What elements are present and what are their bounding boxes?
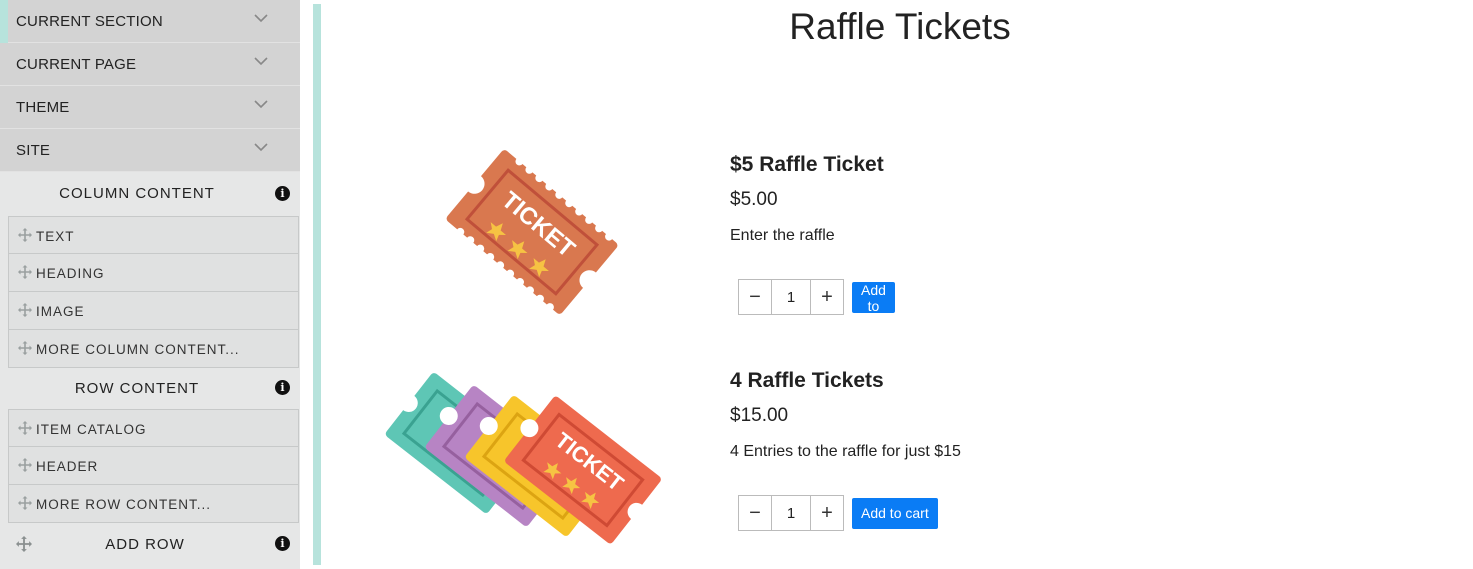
accordion-theme[interactable]: THEME <box>0 86 300 129</box>
chevron-down-icon <box>254 143 268 152</box>
page-title: Raffle Tickets <box>789 6 1011 47</box>
chevron-down-icon <box>254 100 268 109</box>
accordion-current-section[interactable]: CURRENT SECTION <box>0 0 300 43</box>
single-ticket-image: TICKET <box>446 150 618 314</box>
product-description: 4 Entries to the raffle for just $15 <box>730 443 961 460</box>
increment-button[interactable]: + <box>810 280 843 314</box>
quantity-input[interactable] <box>772 496 810 530</box>
add-to-cart-button[interactable]: Add to cart <box>852 497 938 529</box>
decrement-button[interactable]: − <box>739 496 772 530</box>
ticket-bundle-image: TICKET <box>385 373 661 544</box>
draggable-label: HEADER <box>36 459 99 474</box>
draggable-label: MORE ROW CONTENT... <box>36 497 211 512</box>
product-name: $5 Raffle Ticket <box>730 153 884 176</box>
product-actions: − + Add to cart <box>738 495 938 531</box>
column-content-header: COLUMN CONTENT i <box>0 172 300 216</box>
move-icon <box>18 303 32 317</box>
product-name: 4 Raffle Tickets <box>730 369 884 392</box>
move-icon <box>18 265 32 279</box>
product-actions: − + Add to cart <box>738 279 895 330</box>
accordion-current-page[interactable]: CURRENT PAGE <box>0 43 300 86</box>
row-selection-bar <box>313 4 321 565</box>
add-row-label: ADD ROW <box>105 536 185 553</box>
accordion-site[interactable]: SITE <box>0 129 300 172</box>
product-price: $5.00 <box>730 189 778 210</box>
increment-button[interactable]: + <box>810 496 843 530</box>
draggable-image[interactable]: IMAGE <box>8 292 299 330</box>
info-icon[interactable]: i <box>275 536 290 551</box>
editor-sidebar: CURRENT SECTION CURRENT PAGE THEME SITE … <box>0 0 300 569</box>
draggable-label: TEXT <box>36 229 75 244</box>
accordion-label: CURRENT SECTION <box>16 13 163 30</box>
move-icon <box>18 458 32 472</box>
decrement-button[interactable]: − <box>739 280 772 314</box>
section-title: ROW CONTENT <box>74 380 200 397</box>
accordion-label: SITE <box>16 142 51 159</box>
move-icon <box>18 496 32 510</box>
move-icon <box>18 341 32 355</box>
draggable-item-catalog[interactable]: ITEM CATALOG <box>8 409 299 447</box>
add-row-button[interactable]: ADD ROW i <box>0 523 300 561</box>
row-content-header: ROW CONTENT i <box>0 368 300 409</box>
product-price: $15.00 <box>730 405 789 426</box>
product-card: $5 Raffle Ticket $5.00 Enter the raffle … <box>730 153 895 330</box>
draggable-header[interactable]: HEADER <box>8 447 299 485</box>
draggable-label: HEADING <box>36 266 105 281</box>
product-description: Enter the raffle <box>730 227 835 244</box>
draggable-more-row-content[interactable]: MORE ROW CONTENT... <box>8 485 299 523</box>
chevron-down-icon <box>254 14 268 23</box>
draggable-label: MORE COLUMN CONTENT... <box>36 342 240 357</box>
draggable-label: IMAGE <box>36 304 85 319</box>
draggable-heading[interactable]: HEADING <box>8 254 299 292</box>
info-icon[interactable]: i <box>275 186 290 201</box>
product-card: 4 Raffle Tickets $15.00 4 Entries to the… <box>730 369 961 531</box>
draggable-more-column-content[interactable]: MORE COLUMN CONTENT... <box>8 330 299 368</box>
accordion-label: CURRENT PAGE <box>16 56 137 73</box>
draggable-text[interactable]: TEXT <box>8 216 299 254</box>
quantity-stepper: − + <box>738 495 844 531</box>
quantity-stepper: − + <box>738 279 844 315</box>
move-icon <box>18 421 32 435</box>
quantity-input[interactable] <box>772 280 810 314</box>
accordion-label: THEME <box>16 99 70 116</box>
section-title: COLUMN CONTENT <box>59 185 215 202</box>
draggable-label: ITEM CATALOG <box>36 422 147 437</box>
info-icon[interactable]: i <box>275 380 290 395</box>
add-to-cart-button[interactable]: Add to cart <box>852 281 895 330</box>
chevron-down-icon <box>254 57 268 66</box>
move-icon <box>18 228 32 242</box>
